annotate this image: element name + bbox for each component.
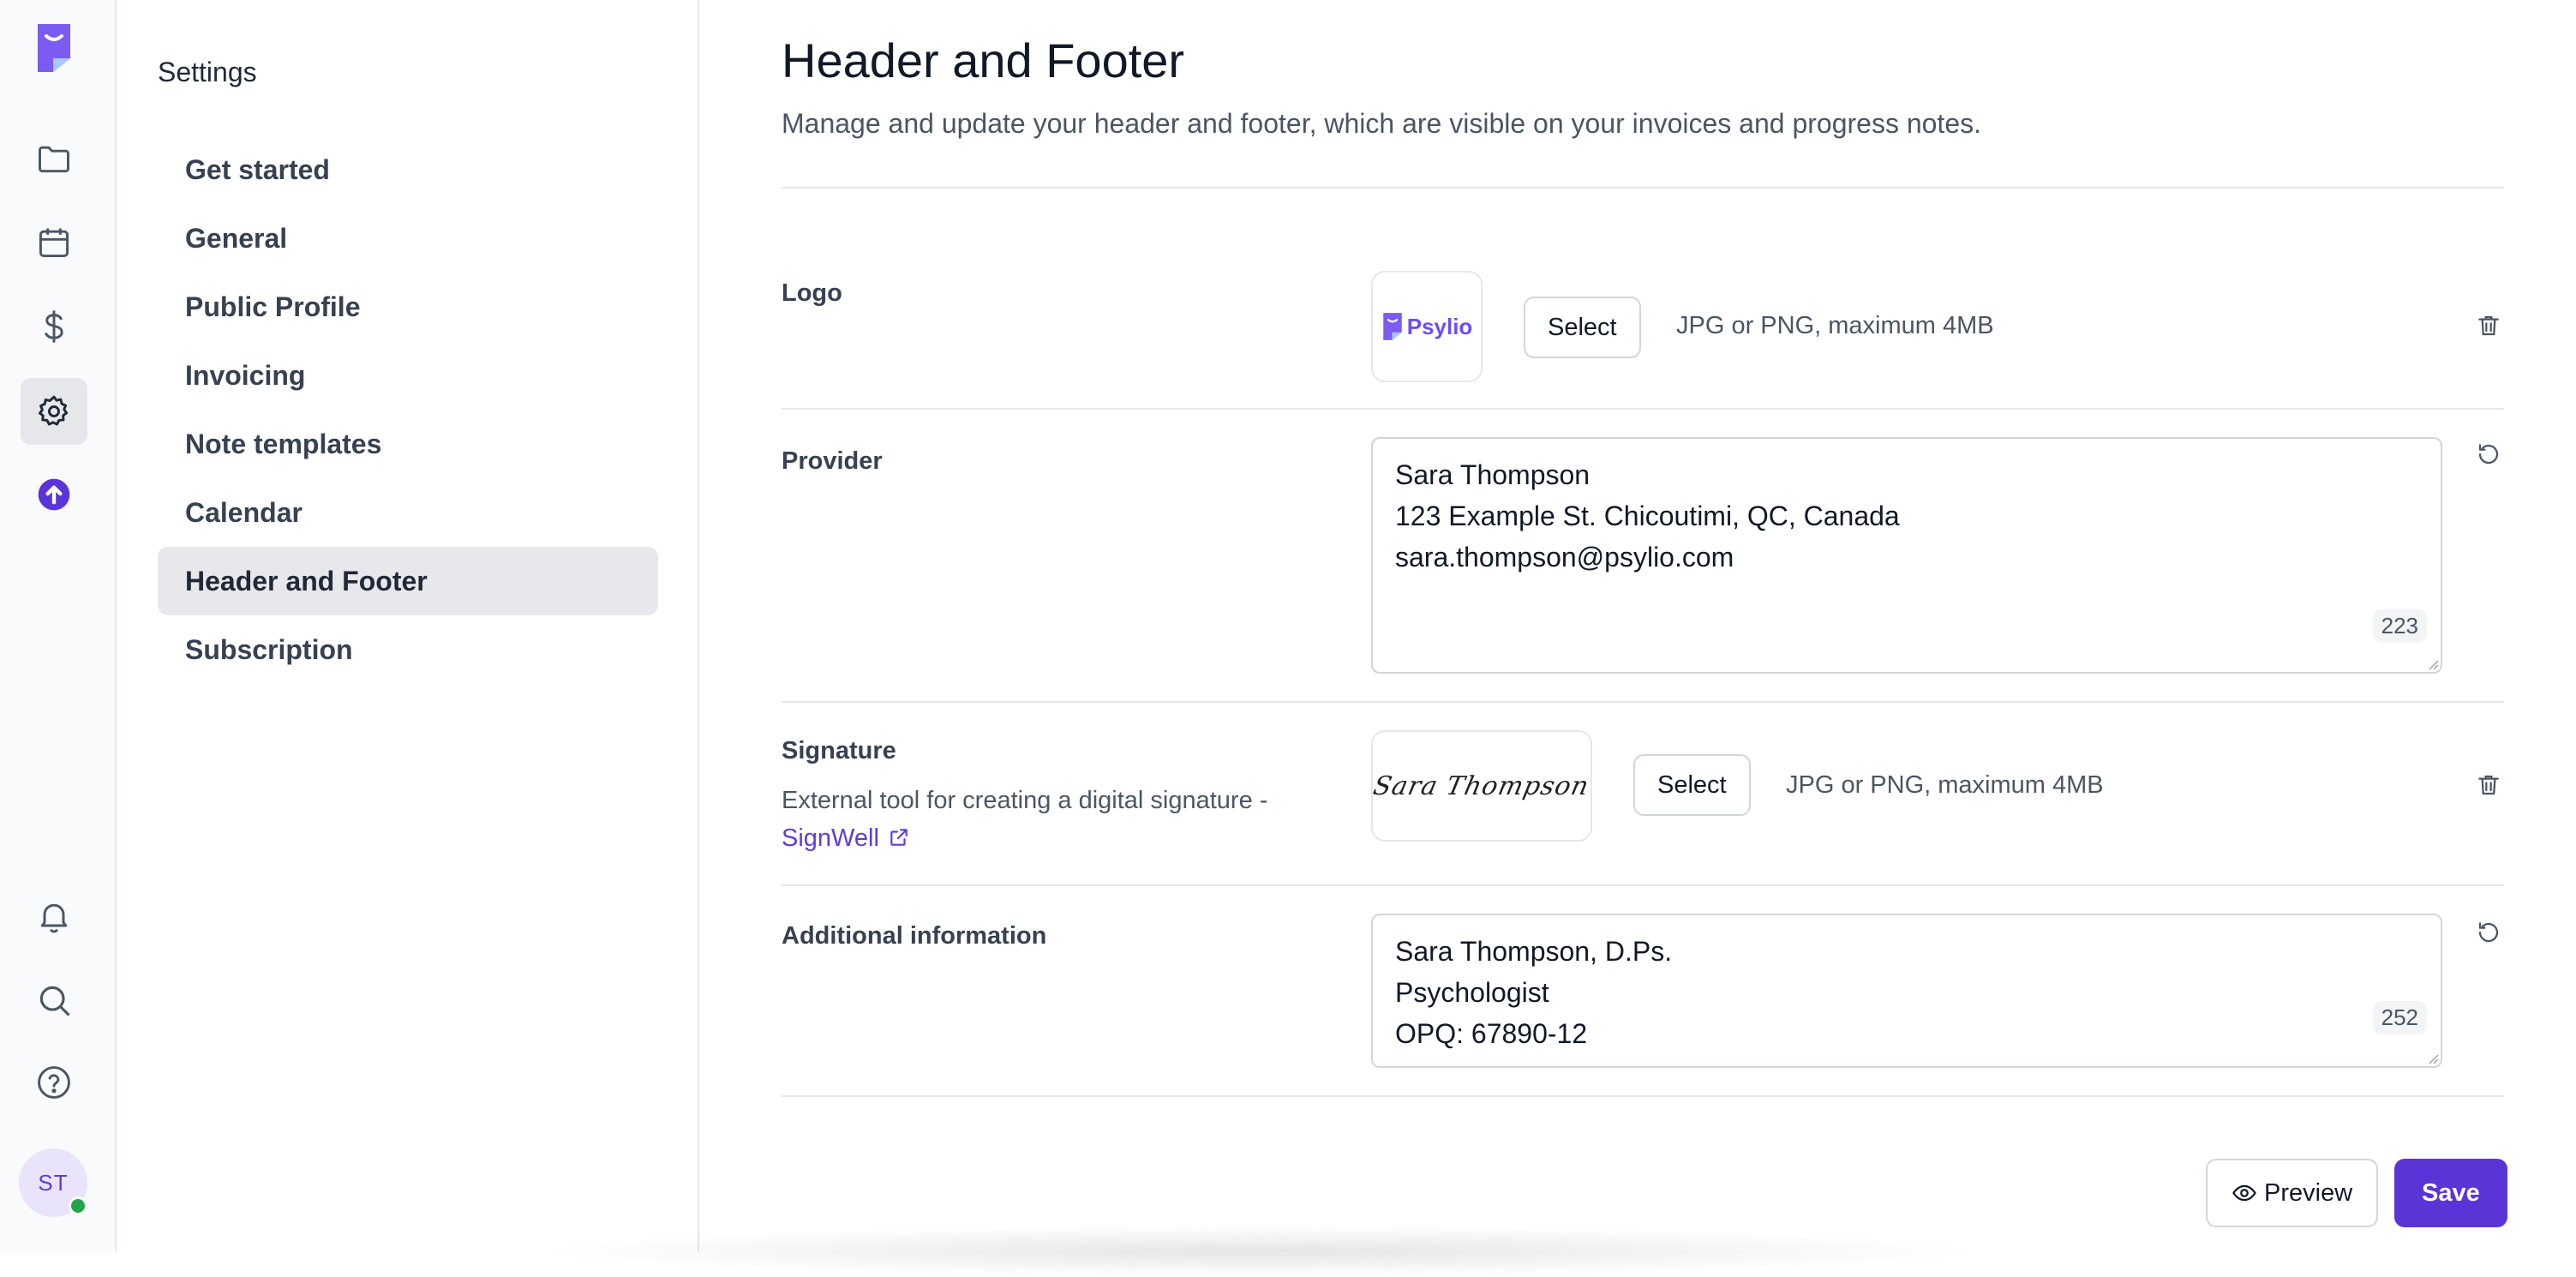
nav-item-subscription[interactable]: Subscription [158, 615, 658, 684]
nav-item-public-profile[interactable]: Public Profile [158, 273, 658, 341]
provider-label: Provider [782, 447, 883, 475]
signature-help-text: External tool for creating a digital sig… [782, 787, 1268, 814]
logo-text: Psylio [1406, 313, 1473, 339]
calendar-icon[interactable] [21, 209, 87, 276]
online-status-dot [69, 1196, 87, 1215]
provider-char-counter: 223 [2372, 609, 2427, 643]
psylio-logo-mark [1382, 313, 1402, 340]
settings-nav: Settings Get started General Public Prof… [117, 0, 699, 1251]
nav-item-calendar[interactable]: Calendar [158, 478, 658, 547]
reset-icon[interactable] [2470, 914, 2507, 951]
resize-handle-icon[interactable] [2427, 658, 2439, 670]
signature-select-button[interactable]: Select [1633, 754, 1751, 816]
nav-item-get-started[interactable]: Get started [158, 135, 658, 204]
preview-button-label: Preview [2264, 1178, 2353, 1207]
additional-info-label: Additional information [782, 922, 1047, 950]
resize-handle-icon[interactable] [2427, 1052, 2439, 1064]
signature-divider [782, 884, 2504, 886]
additional-info-divider [782, 1095, 2504, 1097]
main-content: Header and Footer Manage and update your… [699, 0, 2576, 1251]
additional-info-textarea-box: 252 [1371, 914, 2442, 1068]
help-icon[interactable] [21, 1049, 87, 1116]
nav-item-invoicing[interactable]: Invoicing [158, 341, 658, 410]
nav-item-note-templates[interactable]: Note templates [158, 410, 658, 478]
trash-icon[interactable] [2470, 307, 2507, 345]
logo-preview: Psylio [1371, 271, 1483, 382]
preview-button[interactable]: Preview [2206, 1159, 2379, 1227]
icon-rail: ST [0, 0, 117, 1251]
logo-divider [782, 408, 2504, 410]
reset-icon[interactable] [2470, 435, 2507, 473]
avatar-initials: ST [38, 1169, 69, 1196]
signature-image-text: Sara Thompson [1370, 770, 1593, 801]
avatar[interactable]: ST [19, 1148, 87, 1217]
eye-icon [2232, 1184, 2256, 1202]
provider-textarea-box: 223 [1371, 437, 2442, 674]
logo-hint: JPG or PNG, maximum 4MB [1676, 312, 1994, 339]
provider-textarea[interactable] [1373, 439, 2441, 672]
folder-icon[interactable] [21, 125, 87, 192]
additional-info-char-counter: 252 [2372, 1001, 2427, 1034]
page-subtitle: Manage and update your header and footer… [782, 108, 1981, 139]
logo-label: Logo [782, 279, 842, 307]
signwell-link-label: SignWell [782, 824, 879, 852]
signature-preview: Sara Thompson [1371, 730, 1592, 842]
gear-icon[interactable] [21, 378, 87, 445]
save-button[interactable]: Save [2394, 1159, 2507, 1227]
nav-item-header-and-footer[interactable]: Header and Footer [158, 547, 658, 615]
search-icon[interactable] [21, 967, 87, 1034]
signature-hint: JPG or PNG, maximum 4MB [1786, 771, 2104, 799]
trash-icon[interactable] [2470, 766, 2507, 804]
header-divider [782, 187, 2504, 189]
bell-icon[interactable] [21, 883, 87, 950]
signwell-link[interactable]: SignWell [782, 824, 910, 852]
provider-divider [782, 701, 2504, 703]
logo-select-button[interactable]: Select [1524, 297, 1641, 358]
additional-info-textarea[interactable] [1373, 915, 2441, 1066]
page-title: Header and Footer [782, 33, 1185, 87]
upgrade-icon[interactable] [21, 461, 87, 528]
signature-label: Signature [782, 737, 896, 764]
dollar-icon[interactable] [21, 293, 87, 360]
app-logo[interactable] [34, 21, 74, 75]
nav-item-general[interactable]: General [158, 204, 658, 273]
external-link-icon [890, 829, 908, 846]
signature-help: External tool for creating a digital sig… [782, 782, 1267, 857]
settings-title: Settings [158, 57, 257, 87]
